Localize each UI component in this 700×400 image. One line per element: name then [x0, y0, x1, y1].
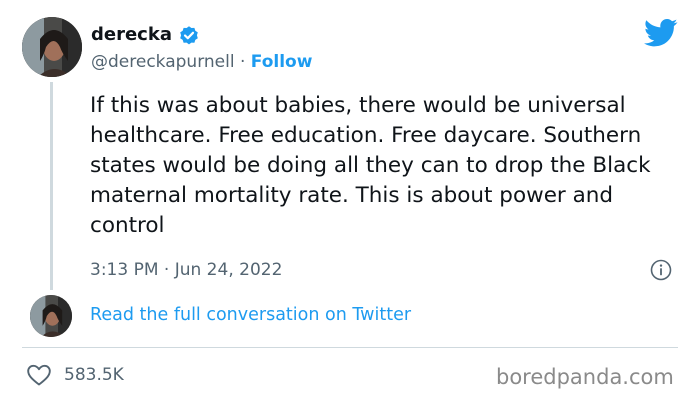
- read-conversation-link[interactable]: Read the full conversation on Twitter: [90, 304, 411, 326]
- conversation-avatar[interactable]: [30, 295, 72, 337]
- divider: [22, 347, 678, 348]
- tweet-embed-card: derecka @dereckapurnell · Follow If this…: [0, 0, 700, 400]
- watermark: boredpanda.com: [496, 365, 674, 389]
- author-handle[interactable]: @dereckapurnell: [91, 52, 235, 72]
- follow-button[interactable]: Follow: [251, 52, 313, 72]
- thread-line: [50, 82, 53, 290]
- handle-separator: ·: [234, 52, 251, 72]
- twitter-bird-icon[interactable]: [644, 18, 678, 48]
- tweet-date: Jun 24, 2022: [174, 260, 283, 280]
- avatar-photo: [22, 17, 82, 77]
- author-avatar[interactable]: [22, 17, 82, 77]
- like-count[interactable]: 583.5K: [64, 364, 124, 386]
- author-handle-row: @dereckapurnell · Follow: [91, 51, 312, 73]
- tweet-text: If this was about babies, there would be…: [90, 93, 651, 238]
- tweet-time: 3:13 PM: [90, 260, 159, 280]
- conversation-avatar-photo: [30, 295, 72, 337]
- tweet-timestamp[interactable]: 3:13 PM · Jun 24, 2022: [90, 259, 282, 281]
- timestamp-separator: ·: [158, 260, 175, 280]
- info-icon[interactable]: [650, 259, 672, 281]
- heart-icon[interactable]: [26, 363, 52, 387]
- verified-badge-icon: [180, 26, 198, 45]
- author-display-name[interactable]: derecka: [91, 24, 172, 46]
